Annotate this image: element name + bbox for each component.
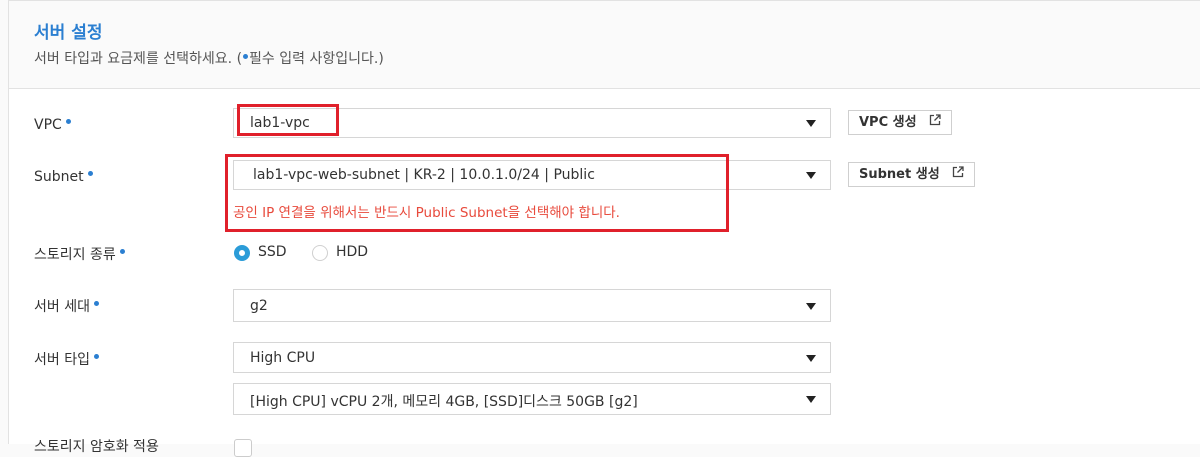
subnet-highlight-box — [225, 154, 729, 232]
server-spec-select[interactable]: [High CPU] vCPU 2개, 메모리 4GB, [SSD]디스크 50… — [233, 383, 831, 415]
storage-encryption-label: 스토리지 암호화 적용 — [34, 439, 159, 455]
subnet-label: Subnet — [34, 169, 93, 185]
create-subnet-button[interactable]: Subnet 생성 — [848, 162, 975, 187]
subtitle-text-after: 필수 입력 사항입니다.) — [249, 51, 384, 67]
subtitle-text-before: 서버 타입과 요금제를 선택하세요. ( — [34, 51, 243, 67]
section-subtitle: 서버 타입과 요금제를 선택하세요. ( 필수 입력 사항입니다.) — [34, 48, 384, 68]
server-settings-form: VPC lab1-vpc VPC 생성 Subnet lab1-vpc-web-… — [8, 88, 1200, 457]
storage-ssd-radio[interactable] — [234, 245, 250, 261]
storage-type-label: 스토리지 종류 — [34, 244, 125, 264]
external-link-icon — [929, 111, 941, 134]
vpc-label: VPC — [34, 117, 71, 133]
required-dot-icon — [119, 248, 125, 254]
server-spec-value: [High CPU] vCPU 2개, 메모리 4GB, [SSD]디스크 50… — [250, 394, 638, 410]
storage-hdd-label: HDD — [336, 244, 369, 260]
server-generation-select[interactable]: g2 — [233, 289, 831, 322]
create-vpc-button[interactable]: VPC 생성 — [848, 110, 952, 135]
required-dot-icon — [65, 118, 71, 124]
section-title: 서버 설정 — [34, 23, 103, 43]
storage-ssd-label: SSD — [258, 244, 287, 260]
required-dot-icon — [93, 353, 99, 359]
caret-down-icon — [806, 355, 816, 362]
vpc-highlight-box — [237, 104, 339, 136]
server-type-value: High CPU — [250, 350, 316, 366]
server-generation-value: g2 — [250, 298, 268, 314]
server-generation-label: 서버 세대 — [34, 296, 99, 316]
server-type-select[interactable]: High CPU — [233, 342, 831, 373]
required-dot-icon — [93, 300, 99, 306]
server-type-label: 서버 타입 — [34, 349, 99, 369]
caret-down-icon — [806, 120, 816, 127]
create-vpc-button-label: VPC 생성 — [859, 115, 917, 130]
required-dot-icon — [243, 53, 249, 59]
create-subnet-button-label: Subnet 생성 — [859, 167, 940, 182]
required-dot-icon — [87, 170, 93, 176]
caret-down-icon — [806, 172, 816, 179]
caret-down-icon — [806, 396, 816, 403]
caret-down-icon — [806, 303, 816, 310]
external-link-icon — [952, 163, 964, 186]
section-header: 서버 설정 서버 타입과 요금제를 선택하세요. ( 필수 입력 사항입니다.) — [8, 0, 1200, 89]
storage-hdd-radio[interactable] — [312, 245, 328, 261]
storage-encryption-checkbox[interactable] — [234, 439, 252, 457]
